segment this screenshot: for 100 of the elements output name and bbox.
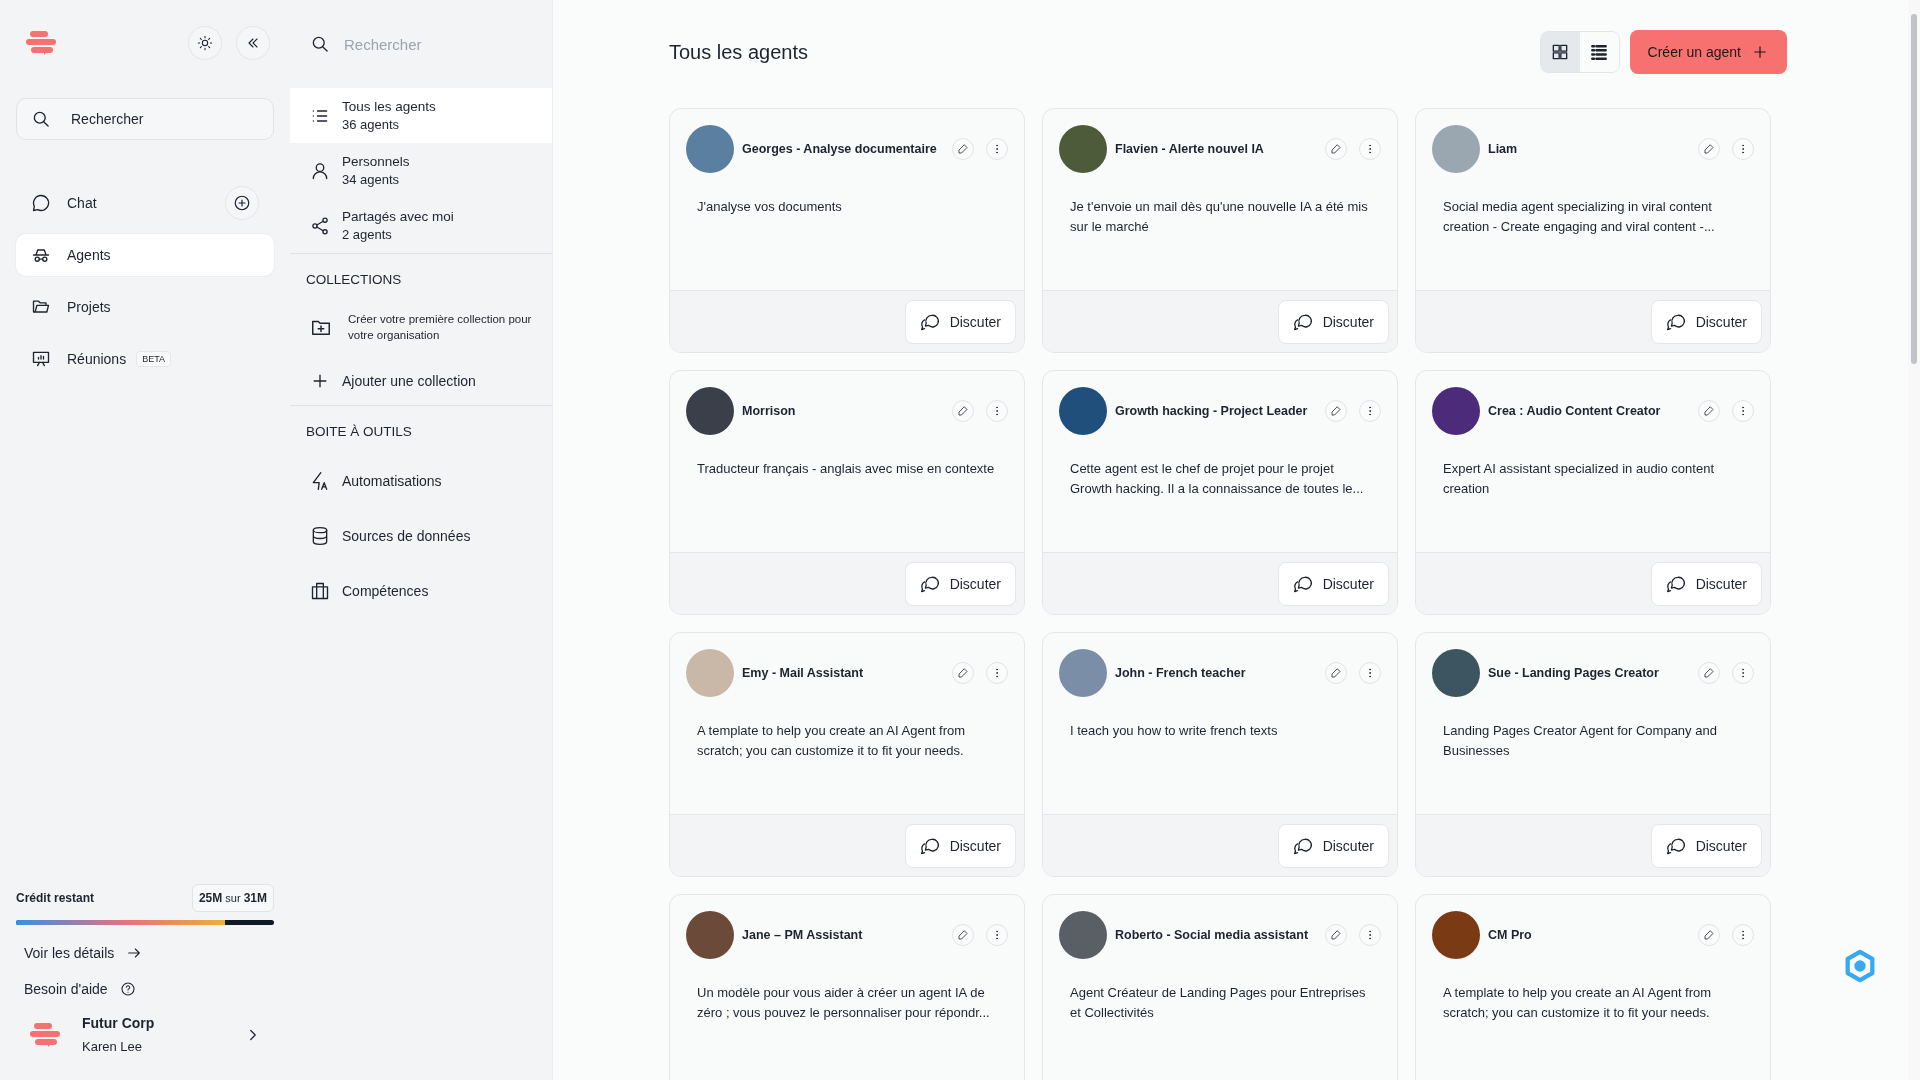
more-options-button[interactable] bbox=[1359, 662, 1381, 684]
pencil-icon bbox=[1703, 405, 1715, 417]
edit-button[interactable] bbox=[952, 400, 974, 422]
filter-item[interactable]: Personnels 34 agents bbox=[290, 143, 552, 198]
search-field[interactable]: Rechercher bbox=[342, 34, 522, 54]
org-logo-icon bbox=[30, 1022, 60, 1047]
nav-item[interactable]: Projets bbox=[16, 286, 274, 328]
new-chat-button[interactable] bbox=[225, 186, 259, 220]
view-mode-button[interactable] bbox=[1540, 32, 1580, 72]
agent-name: CM Pro bbox=[1488, 928, 1533, 942]
credit-label: Crédit restant bbox=[16, 891, 95, 905]
more-options-button[interactable] bbox=[986, 400, 1008, 422]
more-options-button[interactable] bbox=[986, 662, 1008, 684]
avatar-photo-placeholder bbox=[1059, 911, 1107, 959]
create-agent-button[interactable]: Créer un agent bbox=[1629, 30, 1787, 74]
nav-item[interactable]: Chat bbox=[16, 182, 274, 224]
avatar-photo-placeholder bbox=[1432, 125, 1480, 173]
more-options-button[interactable] bbox=[1732, 662, 1754, 684]
pencil-icon bbox=[957, 405, 969, 417]
pencil-icon bbox=[957, 667, 969, 679]
discuss-button[interactable]: Discuter bbox=[1650, 823, 1762, 868]
avatar-photo-placeholder bbox=[1432, 649, 1480, 697]
edit-button[interactable] bbox=[1698, 662, 1720, 684]
details-link[interactable]: Voir les détails bbox=[24, 945, 143, 961]
discuss-button[interactable]: Discuter bbox=[1277, 299, 1389, 344]
collapse-sidebar-button[interactable] bbox=[236, 26, 270, 60]
more-options-button[interactable] bbox=[1732, 400, 1754, 422]
agent-name: John - French teacher bbox=[1115, 666, 1247, 680]
pencil-icon bbox=[1703, 143, 1715, 155]
nav-item[interactable]: Réunions BETA bbox=[16, 338, 274, 380]
edit-button[interactable] bbox=[1325, 662, 1347, 684]
search-icon bbox=[310, 34, 330, 54]
discuss-button[interactable]: Discuter bbox=[1650, 299, 1762, 344]
avatar-photo-placeholder bbox=[686, 387, 734, 435]
more-options-button[interactable] bbox=[1359, 400, 1381, 422]
agent-description: A template to help you create an AI Agent from scratch; you can customize it to fit your needs. bbox=[697, 722, 967, 760]
filter-item[interactable]: Partagés avec moi 2 agents bbox=[290, 198, 552, 253]
toolbox-item[interactable]: Compétences bbox=[290, 563, 552, 618]
toolbox-item[interactable]: Sources de données bbox=[290, 508, 552, 563]
pencil-icon bbox=[1330, 667, 1342, 679]
agent-name: Jane – PM Assistant bbox=[742, 928, 864, 942]
discuss-button[interactable]: Discuter bbox=[904, 561, 1016, 606]
edit-button[interactable] bbox=[952, 138, 974, 160]
edit-button[interactable] bbox=[1325, 924, 1347, 946]
edit-button[interactable] bbox=[952, 662, 974, 684]
discuss-button[interactable]: Discuter bbox=[904, 823, 1016, 868]
edit-button[interactable] bbox=[1325, 400, 1347, 422]
edit-button[interactable] bbox=[1325, 138, 1347, 160]
pencil-icon bbox=[1703, 667, 1715, 679]
more-options-button[interactable] bbox=[1732, 138, 1754, 160]
logo-icon bbox=[26, 31, 56, 55]
avatar-photo-placeholder bbox=[1432, 387, 1480, 435]
pencil-icon bbox=[1330, 929, 1342, 941]
avatar-photo-placeholder bbox=[1432, 911, 1480, 959]
pencil-icon bbox=[957, 143, 969, 155]
plus-circle-icon bbox=[233, 194, 251, 212]
edit-button[interactable] bbox=[952, 924, 974, 946]
agent-description: Social media agent specializing in viral content creation - Create engaging and viral content -... bbox=[1443, 198, 1716, 236]
agent-description: Expert AI assistant specialized in audio content creation bbox=[1443, 460, 1715, 498]
agent-name: Morrison bbox=[742, 404, 797, 418]
more-options-button[interactable] bbox=[1359, 924, 1381, 946]
more-options-button[interactable] bbox=[986, 138, 1008, 160]
agent-description: Agent Créateur de Landing Pages pour Entreprises et Collectivités bbox=[1070, 984, 1367, 1022]
sun-icon bbox=[197, 35, 213, 51]
agent-name: Georges - Analyse documentaire bbox=[742, 142, 938, 156]
edit-button[interactable] bbox=[1698, 400, 1720, 422]
beta-badge: BETA bbox=[136, 351, 171, 367]
account-switcher[interactable]: Futur Corp Karen Lee bbox=[16, 997, 274, 1068]
section-heading: COLLECTIONS bbox=[305, 271, 403, 289]
search-button[interactable]: Rechercher bbox=[16, 98, 274, 140]
agent-description: Je t'envoie un mail dès qu'une nouvelle IA a été mis sur le marché bbox=[1070, 198, 1369, 236]
filter-item[interactable]: Tous les agents 36 agents bbox=[290, 88, 552, 143]
help-link[interactable]: Besoin d'aide bbox=[24, 981, 136, 997]
avatar-photo-placeholder bbox=[1059, 125, 1107, 173]
agent-description: Cette agent est le chef de projet pour le projet Growth hacking. Il a la connaissance de toutes le... bbox=[1070, 460, 1365, 498]
toolbox-item[interactable]: Automatisations bbox=[290, 453, 552, 508]
user-icon bbox=[310, 160, 330, 181]
chat-bubble-icon bbox=[31, 193, 51, 213]
discuss-button[interactable]: Discuter bbox=[1650, 561, 1762, 606]
more-options-button[interactable] bbox=[1359, 138, 1381, 160]
more-options-button[interactable] bbox=[986, 924, 1008, 946]
pencil-icon bbox=[1703, 929, 1715, 941]
avatar-photo-placeholder bbox=[686, 125, 734, 173]
discuss-button[interactable]: Discuter bbox=[904, 299, 1016, 344]
nav-item[interactable]: Agents bbox=[16, 234, 274, 276]
pencil-icon bbox=[1330, 143, 1342, 155]
more-options-button[interactable] bbox=[1732, 924, 1754, 946]
edit-button[interactable] bbox=[1698, 138, 1720, 160]
user-name: Karen Lee bbox=[82, 1039, 143, 1054]
agent-name: Crea : Audio Content Creator bbox=[1488, 404, 1662, 418]
briefcase-icon bbox=[310, 581, 330, 601]
avatar-photo-placeholder bbox=[686, 649, 734, 697]
discuss-button[interactable]: Discuter bbox=[1277, 823, 1389, 868]
theme-toggle-button[interactable] bbox=[188, 26, 222, 60]
page-title: Tous les agents bbox=[669, 40, 808, 64]
database-icon bbox=[310, 526, 330, 546]
agent-name: Flavien - Alerte nouvel IA bbox=[1115, 142, 1265, 156]
edit-button[interactable] bbox=[1698, 924, 1720, 946]
add-collection-link[interactable]: Ajouter une collection bbox=[290, 357, 552, 405]
discuss-button[interactable]: Discuter bbox=[1277, 561, 1389, 606]
